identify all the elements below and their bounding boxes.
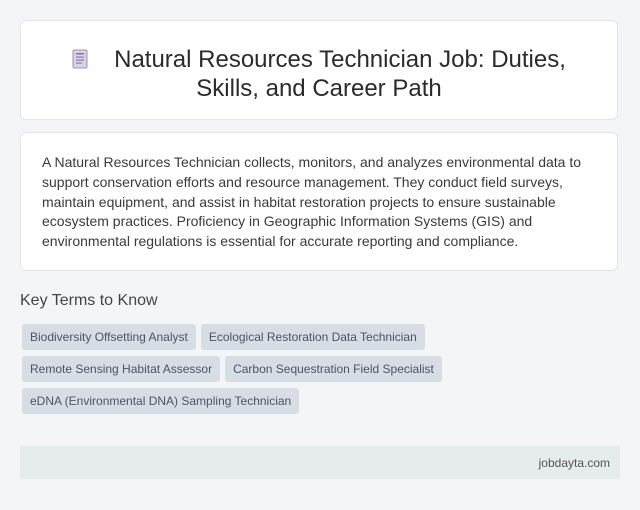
title-card: Natural Resources Technician Job: Duties… (20, 20, 618, 120)
title-line-2: Skills, and Career Path (196, 75, 442, 102)
footer: jobdayta.com (20, 446, 620, 479)
title-line-1: Natural Resources Technician Job: Duties… (114, 46, 566, 73)
summary-card: A Natural Resources Technician collects,… (20, 132, 618, 271)
document-icon (72, 49, 88, 69)
key-term-tag[interactable]: eDNA (Environmental DNA) Sampling Techni… (22, 388, 300, 414)
key-terms-heading: Key Terms to Know (20, 292, 158, 309)
summary-text: A Natural Resources Technician collects,… (42, 154, 582, 250)
key-term-tag[interactable]: Remote Sensing Habitat Assessor (22, 356, 221, 382)
key-term-tag[interactable]: Ecological Restoration Data Technician (200, 324, 425, 350)
footer-site-link[interactable]: jobdayta.com (539, 456, 610, 470)
key-terms-list: Biodiversity Offsetting Analyst Ecologic… (22, 324, 462, 414)
key-term-tag[interactable]: Biodiversity Offsetting Analyst (22, 324, 196, 350)
key-term-tag[interactable]: Carbon Sequestration Field Specialist (225, 356, 442, 382)
page-title: Natural Resources Technician Job: Duties… (21, 45, 617, 103)
